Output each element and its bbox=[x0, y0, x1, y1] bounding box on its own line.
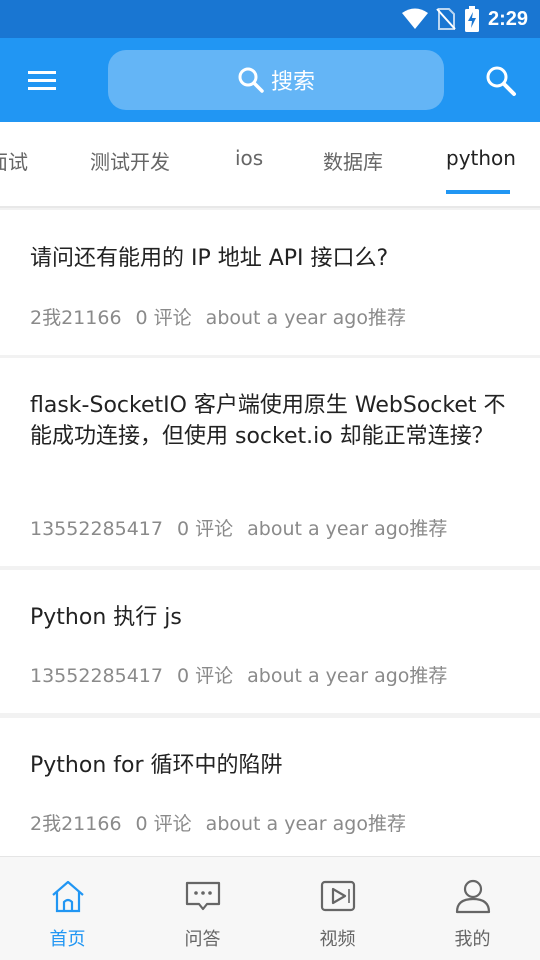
nav-video[interactable]: 视频 bbox=[270, 857, 405, 960]
no-sim-icon bbox=[436, 8, 456, 30]
video-icon bbox=[320, 880, 355, 912]
battery-charging-icon bbox=[464, 6, 479, 32]
bottom-nav: 首页 问答 视频 我的 bbox=[0, 856, 540, 960]
post-title: Python for 循环中的陷阱 bbox=[30, 753, 283, 778]
post-time: about a year ago推荐 bbox=[205, 307, 406, 329]
tab-indicator bbox=[446, 190, 510, 194]
post-meta: 13552285417 0 评论 about a year ago推荐 bbox=[30, 661, 447, 688]
app-bar: 搜索 bbox=[0, 38, 540, 122]
nav-qa-label: 问答 bbox=[184, 929, 221, 950]
post-meta: 13552285417 0 评论 about a year ago推荐 bbox=[30, 514, 447, 541]
chat-icon bbox=[185, 881, 220, 911]
search-bar-label: 搜索 bbox=[270, 70, 315, 95]
post-title: Python 执行 js bbox=[30, 605, 182, 630]
tab-interview[interactable]: 面试 bbox=[0, 146, 28, 175]
search-icon bbox=[486, 66, 516, 96]
post-title: 请问还有能用的 IP 地址 API 接口么? bbox=[30, 246, 389, 271]
wifi-icon bbox=[401, 8, 428, 29]
nav-home[interactable]: 首页 bbox=[0, 857, 135, 960]
status-time: 2:29 bbox=[487, 7, 528, 30]
post-author: 2我21166 bbox=[30, 813, 122, 835]
post-time: about a year ago推荐 bbox=[205, 813, 406, 835]
nav-video-label: 视频 bbox=[319, 929, 356, 950]
nav-qa[interactable]: 问答 bbox=[135, 857, 270, 960]
post-meta: 2我21166 0 评论 about a year ago推荐 bbox=[30, 303, 406, 330]
tab-test-dev[interactable]: 测试开发 bbox=[90, 146, 170, 175]
post-meta: 2我21166 0 评论 about a year ago推荐 bbox=[30, 809, 406, 836]
search-button[interactable] bbox=[484, 64, 518, 98]
post-card[interactable]: 请问还有能用的 IP 地址 API 接口么? 2我21166 0 评论 about … bbox=[0, 210, 540, 355]
status-bar: 2:29 bbox=[0, 0, 540, 38]
post-author: 13552285417 bbox=[30, 518, 163, 540]
user-icon bbox=[455, 879, 490, 914]
nav-me[interactable]: 我的 bbox=[405, 857, 540, 960]
nav-home-label: 首页 bbox=[49, 929, 86, 950]
post-title: flask-SocketIO 客户端使用原生 WebSocket 不能成功连接，… bbox=[30, 393, 506, 449]
post-author: 13552285417 bbox=[30, 665, 163, 687]
menu-icon bbox=[28, 71, 56, 90]
search-bar[interactable]: 搜索 bbox=[108, 50, 444, 110]
post-card[interactable]: Python 执行 js 13552285417 0 评论 about a year… bbox=[0, 570, 540, 713]
status-icons: 2:29 bbox=[401, 6, 528, 32]
post-comments: 0 评论 bbox=[176, 665, 234, 687]
nav-me-label: 我的 bbox=[454, 929, 491, 950]
tab-ios[interactable]: ios bbox=[235, 146, 263, 170]
post-comments: 0 评论 bbox=[135, 813, 192, 835]
search-icon bbox=[238, 67, 264, 93]
post-comments: 0 评论 bbox=[176, 518, 234, 540]
post-card[interactable]: Python for 循环中的陷阱 2我21166 0 评论 about a yea… bbox=[0, 718, 540, 858]
post-time: about a year ago推荐 bbox=[247, 518, 448, 540]
post-author: 2我21166 bbox=[30, 307, 122, 329]
post-time: about a year ago推荐 bbox=[247, 665, 448, 687]
menu-button[interactable] bbox=[22, 64, 62, 96]
tab-python[interactable]: python bbox=[446, 146, 516, 170]
post-card[interactable]: flask-SocketIO 客户端使用原生 WebSocket 不能成功连接，… bbox=[0, 358, 540, 566]
home-icon bbox=[51, 880, 84, 913]
post-comments: 0 评论 bbox=[135, 307, 192, 329]
tab-database[interactable]: 数据库 bbox=[323, 146, 383, 175]
tabs-divider bbox=[0, 206, 540, 208]
